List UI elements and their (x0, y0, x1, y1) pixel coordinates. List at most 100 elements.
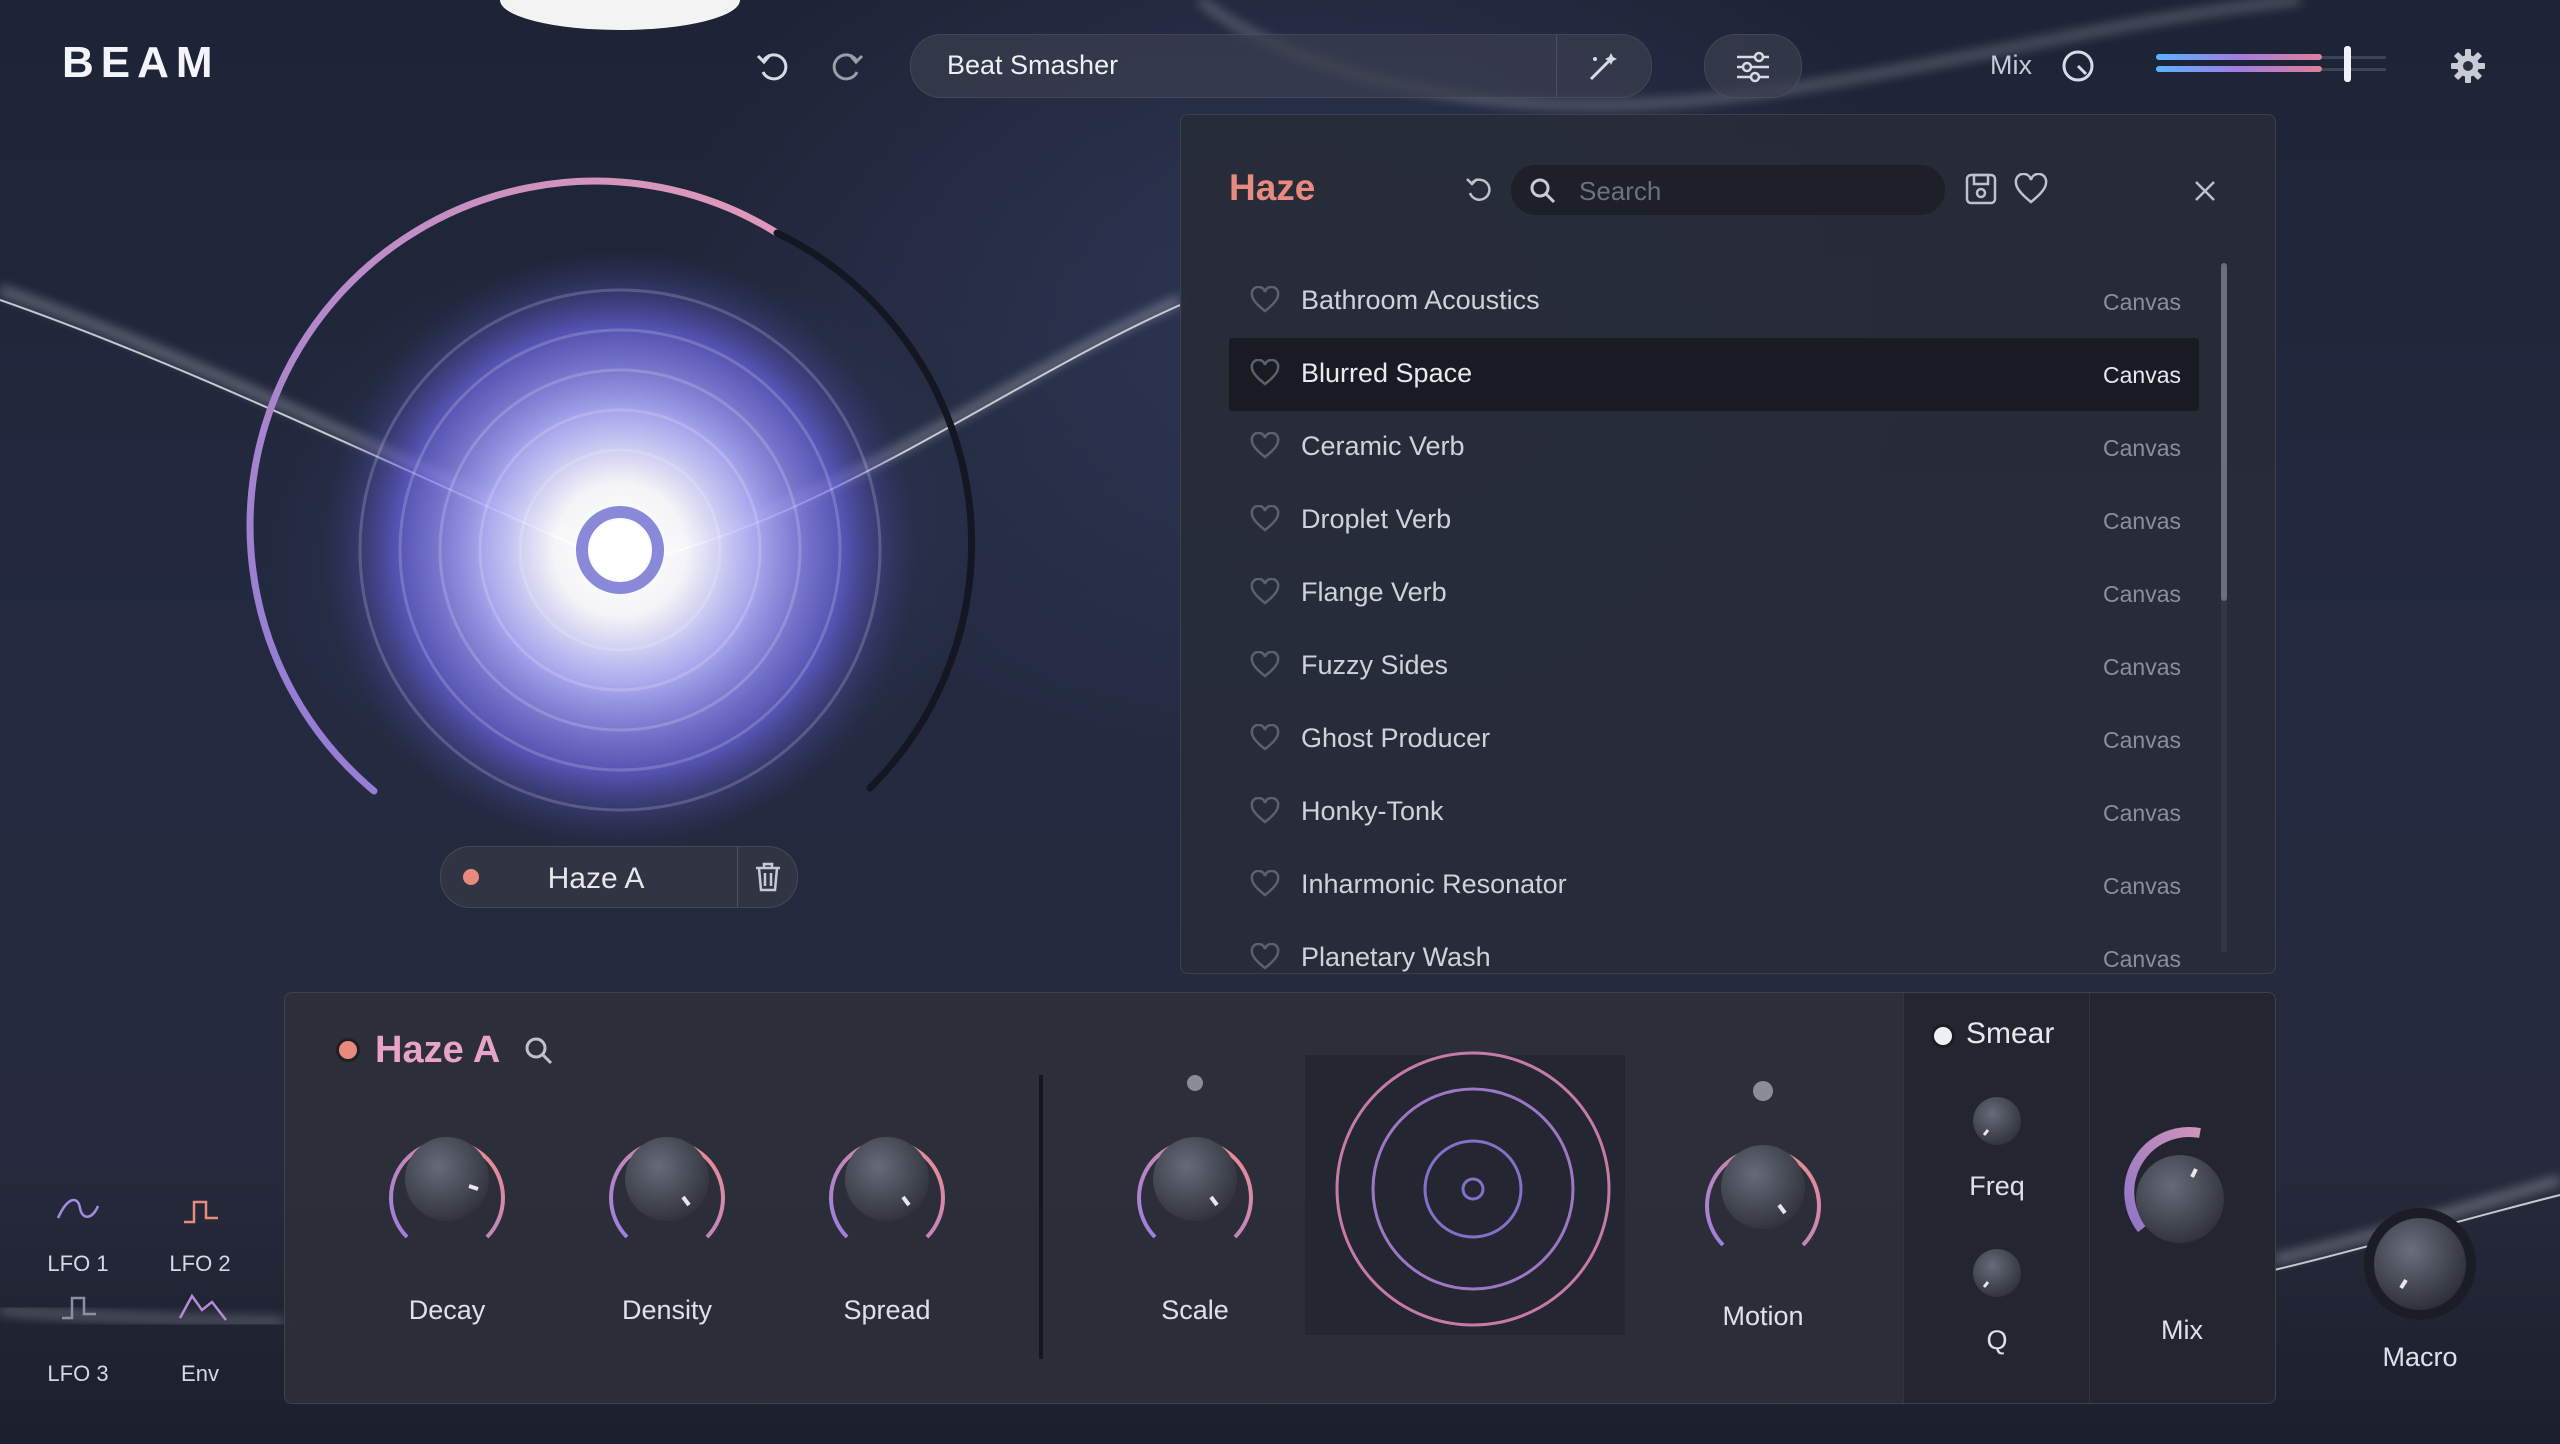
list-item[interactable]: Inharmonic Resonator Canvas (1229, 849, 2199, 922)
trash-icon[interactable] (753, 861, 783, 898)
list-item[interactable]: Honky-Tonk Canvas (1229, 776, 2199, 849)
favorite-heart-icon[interactable] (1249, 724, 1281, 752)
mix-section: Mix (2089, 993, 2275, 1403)
list-item[interactable]: Ghost Producer Canvas (1229, 703, 2199, 776)
preset-tag: Canvas (2103, 362, 2181, 388)
mix-slider-handle[interactable] (2344, 46, 2351, 82)
scrollbar[interactable] (2221, 263, 2227, 953)
density-knob[interactable] (609, 1137, 725, 1239)
list-item[interactable]: Bathroom Acoustics Canvas (1229, 265, 2199, 338)
list-item[interactable]: Planetary Wash Canvas (1229, 922, 2199, 973)
mix-knob-label: Mix (2161, 1315, 2203, 1345)
preset-tag: Canvas (2103, 873, 2181, 899)
favorite-heart-icon[interactable] (1249, 578, 1281, 606)
decay-knob[interactable] (389, 1137, 505, 1239)
spread-knob[interactable] (829, 1137, 945, 1239)
favorite-heart-icon[interactable] (1249, 505, 1281, 533)
close-icon[interactable] (2191, 177, 2219, 210)
save-icon[interactable] (1963, 171, 1999, 212)
scrollbar-thumb[interactable] (2221, 263, 2227, 601)
preset-name: Planetary Wash (1301, 942, 1491, 972)
sliders-icon (1733, 47, 1773, 92)
list-item-selected[interactable]: Blurred Space Canvas (1229, 338, 2199, 411)
favorite-heart-icon[interactable] (1249, 943, 1281, 971)
preset-tag: Canvas (2103, 581, 2181, 607)
mix-slider-fill (2156, 54, 2322, 60)
env-icon[interactable] (178, 1293, 227, 1321)
preset-browser: Haze Search Bathroom Acoustics Canvas Bl… (1180, 114, 2276, 974)
preset-name: Honky-Tonk (1301, 796, 1444, 826)
module-chip[interactable]: Haze A (440, 846, 798, 908)
scale-visualizer[interactable] (1305, 1051, 1625, 1335)
undo-icon[interactable] (750, 42, 798, 90)
haze-visualizer[interactable] (240, 170, 1000, 850)
search-icon (1529, 177, 1557, 210)
smear-section: Smear Freq Q (1903, 993, 2090, 1403)
scale-knob[interactable] (1137, 1137, 1253, 1239)
preset-name: Droplet Verb (1301, 504, 1452, 534)
favorite-heart-icon[interactable] (1249, 286, 1281, 314)
divider (1556, 35, 1557, 97)
mix-slider[interactable] (2156, 46, 2386, 82)
preset-tag: Canvas (2103, 289, 2181, 315)
redo-icon[interactable] (822, 42, 870, 90)
reset-icon[interactable] (1463, 173, 1497, 212)
search-field[interactable]: Search (1511, 165, 1945, 215)
favorite-heart-icon[interactable] (1249, 359, 1281, 387)
scale-mod-dot[interactable] (1187, 1075, 1203, 1091)
favorite-heart-icon[interactable] (1249, 797, 1281, 825)
favorite-heart-icon[interactable] (1249, 432, 1281, 460)
lfo2-label[interactable]: LFO 2 (150, 1251, 250, 1277)
motion-knob[interactable] (1705, 1145, 1821, 1247)
env-label[interactable]: Env (150, 1361, 250, 1387)
mix-knob[interactable] (2124, 1127, 2224, 1243)
preset-name: Ceramic Verb (1301, 431, 1465, 461)
preset-selector[interactable]: Beat Smasher (910, 34, 1652, 98)
q-knob[interactable] (1973, 1249, 2021, 1297)
lfo2-square-icon[interactable] (184, 1200, 218, 1224)
list-item[interactable]: Droplet Verb Canvas (1229, 484, 2199, 557)
preset-name: Fuzzy Sides (1301, 650, 1449, 680)
settings-sliders-button[interactable] (1704, 34, 1802, 98)
list-item[interactable]: Flange Verb Canvas (1229, 557, 2199, 630)
app-logo: BEAM (62, 38, 220, 87)
lfo3-label[interactable]: LFO 3 (28, 1361, 128, 1387)
freq-knob[interactable] (1973, 1097, 2021, 1145)
preset-name: Inharmonic Resonator (1301, 869, 1567, 899)
magic-wand-icon[interactable] (1583, 47, 1623, 92)
module-panel: Haze A Decay Density Spread Scale Motion… (284, 992, 2276, 1404)
motion-label: Motion (1722, 1301, 1804, 1331)
macro-label: Macro (2382, 1342, 2458, 1372)
spread-label: Spread (843, 1295, 931, 1325)
lfo1-sine-icon[interactable] (56, 1198, 100, 1219)
macro-knob[interactable] (2352, 1196, 2488, 1332)
favorites-heart-icon[interactable] (2013, 172, 2049, 210)
list-item[interactable]: Fuzzy Sides Canvas (1229, 630, 2199, 703)
favorite-heart-icon[interactable] (1249, 651, 1281, 679)
q-label: Q (1986, 1325, 2008, 1355)
freq-label: Freq (1969, 1171, 2025, 1201)
mix-label: Mix (1990, 50, 2032, 80)
mix-dial-icon[interactable] (2054, 42, 2102, 90)
gear-icon[interactable] (2444, 42, 2492, 90)
preset-tag: Canvas (2103, 800, 2181, 826)
search-input[interactable]: Search (1579, 176, 1661, 207)
lfo1-label[interactable]: LFO 1 (28, 1251, 128, 1277)
preset-tag: Canvas (2103, 654, 2181, 680)
module-status-dot[interactable] (463, 869, 479, 885)
density-label: Density (621, 1295, 713, 1325)
preset-name: Ghost Producer (1301, 723, 1491, 753)
preset-name: Blurred Space (1301, 358, 1473, 388)
favorite-heart-icon[interactable] (1249, 870, 1281, 898)
lfo3-square-icon[interactable] (62, 1296, 96, 1320)
preset-tag: Canvas (2103, 727, 2181, 753)
preset-name: Beat Smasher (947, 50, 1119, 80)
preset-name: Bathroom Acoustics (1301, 285, 1540, 315)
motion-mod-dot[interactable] (1753, 1081, 1773, 1101)
preset-tag: Canvas (2103, 435, 2181, 461)
scale-label: Scale (1161, 1295, 1229, 1325)
preset-name: Flange Verb (1301, 577, 1447, 607)
decay-label: Decay (408, 1295, 486, 1325)
preset-tag: Canvas (2103, 508, 2181, 534)
list-item[interactable]: Ceramic Verb Canvas (1229, 411, 2199, 484)
